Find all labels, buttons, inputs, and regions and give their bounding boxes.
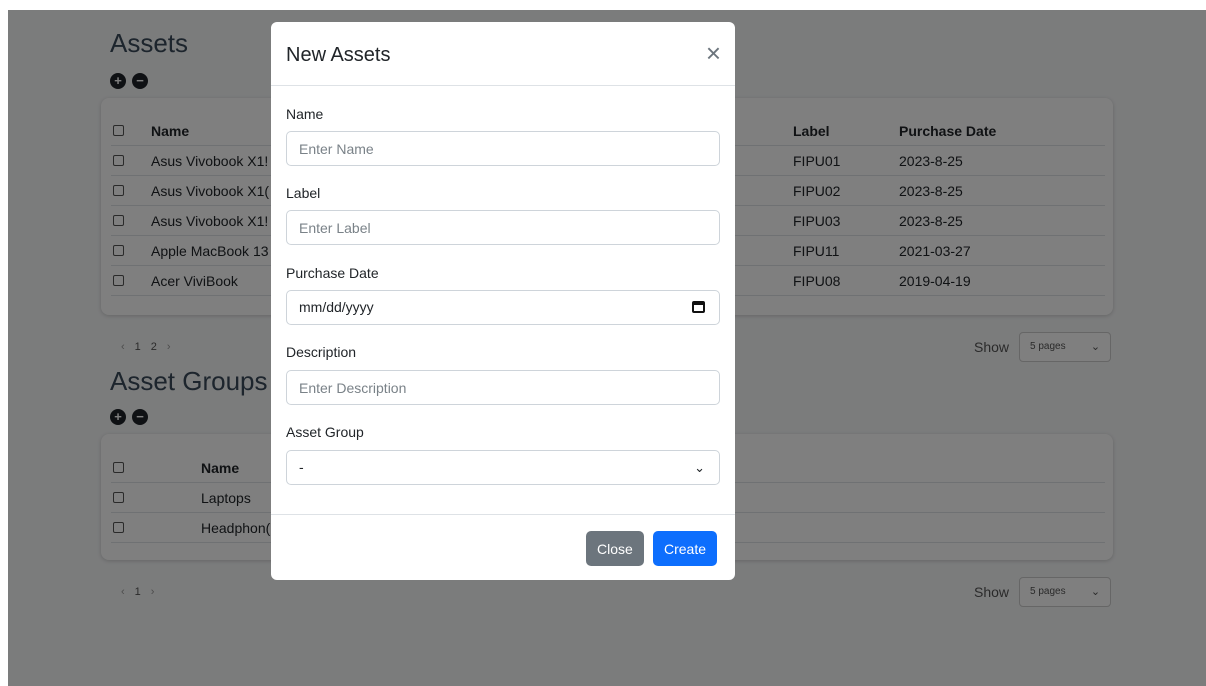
calendar-icon[interactable] <box>692 301 705 313</box>
asset-group-label: Asset Group <box>286 424 364 440</box>
name-input[interactable] <box>286 131 720 166</box>
purchase-date-label: Purchase Date <box>286 265 379 281</box>
new-asset-modal: New Assets × Name Label Purchase Date mm… <box>271 22 735 580</box>
date-placeholder: mm/dd/yyyy <box>299 299 374 315</box>
modal-header: New Assets × <box>271 22 735 86</box>
modal-footer: Close Create <box>271 514 735 580</box>
description-input[interactable] <box>286 370 720 405</box>
purchase-date-input[interactable]: mm/dd/yyyy <box>286 290 720 325</box>
asset-group-value: - <box>299 459 304 475</box>
name-label: Name <box>286 106 324 122</box>
label-input[interactable] <box>286 210 720 245</box>
description-label: Description <box>286 344 357 360</box>
asset-group-select[interactable]: - ⌄ <box>286 450 720 485</box>
chevron-down-icon: ⌄ <box>694 460 705 475</box>
close-icon[interactable]: × <box>706 40 721 66</box>
create-button[interactable]: Create <box>653 531 718 566</box>
close-button[interactable]: Close <box>586 531 644 566</box>
modal-title: New Assets <box>286 44 391 66</box>
label-label: Label <box>286 185 321 201</box>
